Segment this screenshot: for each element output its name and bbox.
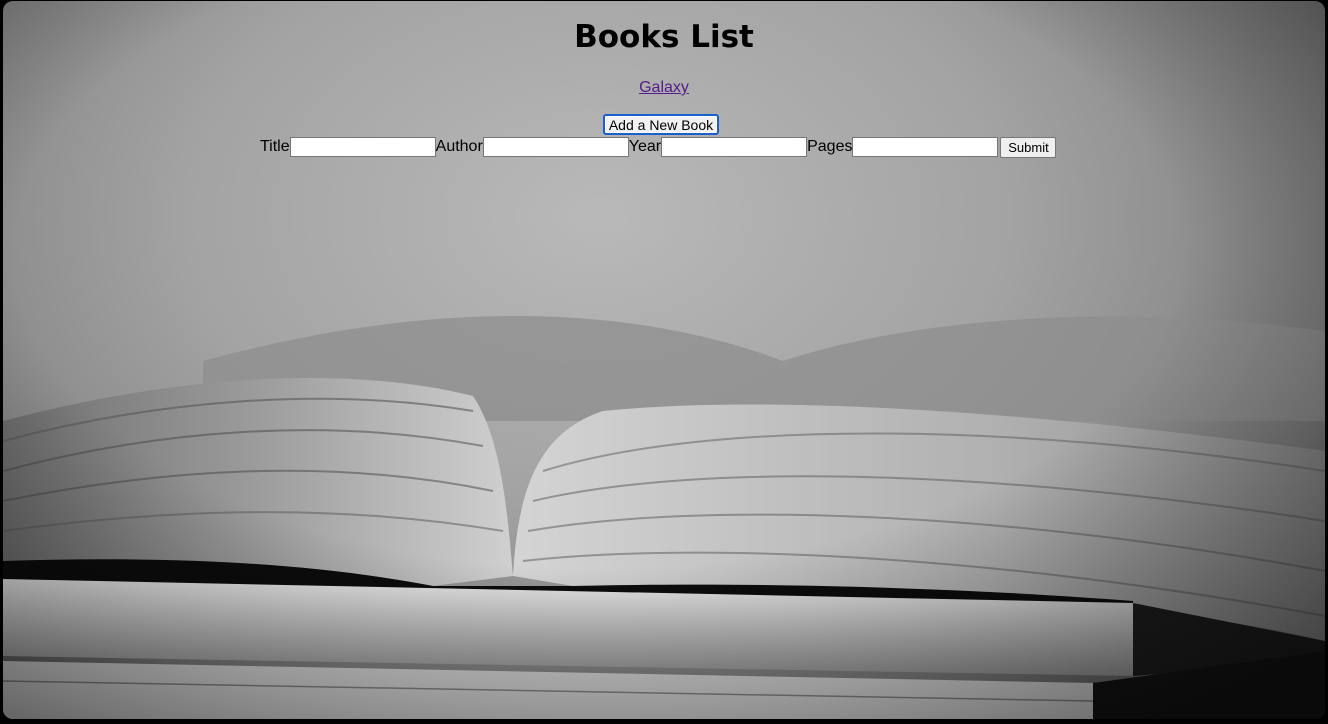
year-input[interactable] [661,137,808,157]
submit-button[interactable]: Submit [1000,136,1057,158]
galaxy-link[interactable]: Galaxy [639,79,689,96]
new-book-form: Title Author Year Pages Submit [260,135,1057,159]
pages-label: Pages [807,138,853,155]
background-book-photo [3,1,1325,719]
nav-container: Galaxy [3,79,1325,97]
pages-input[interactable] [852,137,999,157]
author-input[interactable] [482,137,629,157]
author-label: Author [435,138,483,155]
title-label: Title [260,138,290,155]
browser-viewport: Books List Galaxy Add a New Book Title A… [3,1,1325,719]
year-label: Year [628,138,662,155]
add-new-book-button[interactable]: Add a New Book [603,114,719,135]
title-input[interactable] [289,137,436,157]
page-title: Books List [574,19,754,55]
